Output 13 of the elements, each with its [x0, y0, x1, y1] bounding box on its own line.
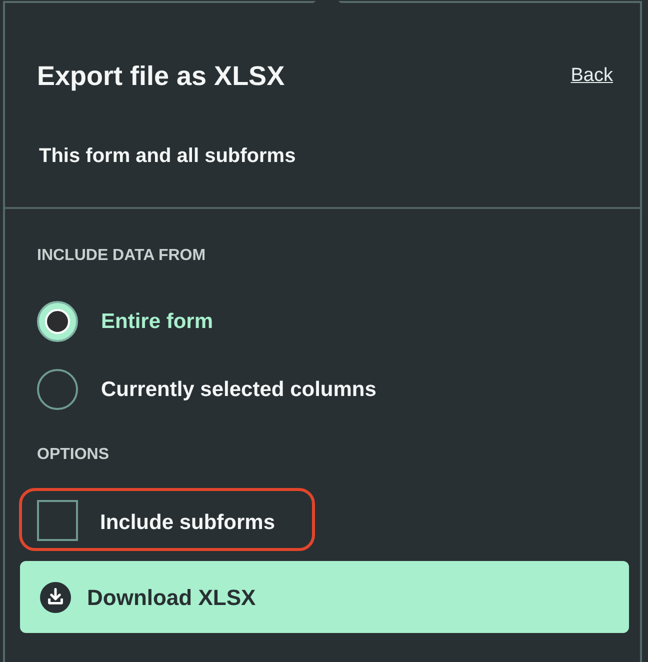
section-heading: OPTIONS: [37, 445, 110, 465]
export-scope-text: This form and all subforms: [38, 144, 297, 168]
checkbox[interactable]: [37, 500, 78, 541]
radio-label: Entire form: [101, 308, 214, 334]
radio-button[interactable]: [37, 301, 78, 342]
download-icon: [40, 582, 71, 612]
radio-button[interactable]: [37, 369, 78, 410]
checkbox-label: Include subforms: [100, 510, 276, 536]
radio-label: Currently selected columns: [101, 376, 376, 402]
panel-title: Export file as XLSX: [37, 60, 285, 93]
section-heading: INCLUDE DATA FROM: [37, 246, 207, 266]
download-button[interactable]: Download XLSX: [20, 561, 629, 633]
back-link[interactable]: Back: [570, 64, 613, 88]
